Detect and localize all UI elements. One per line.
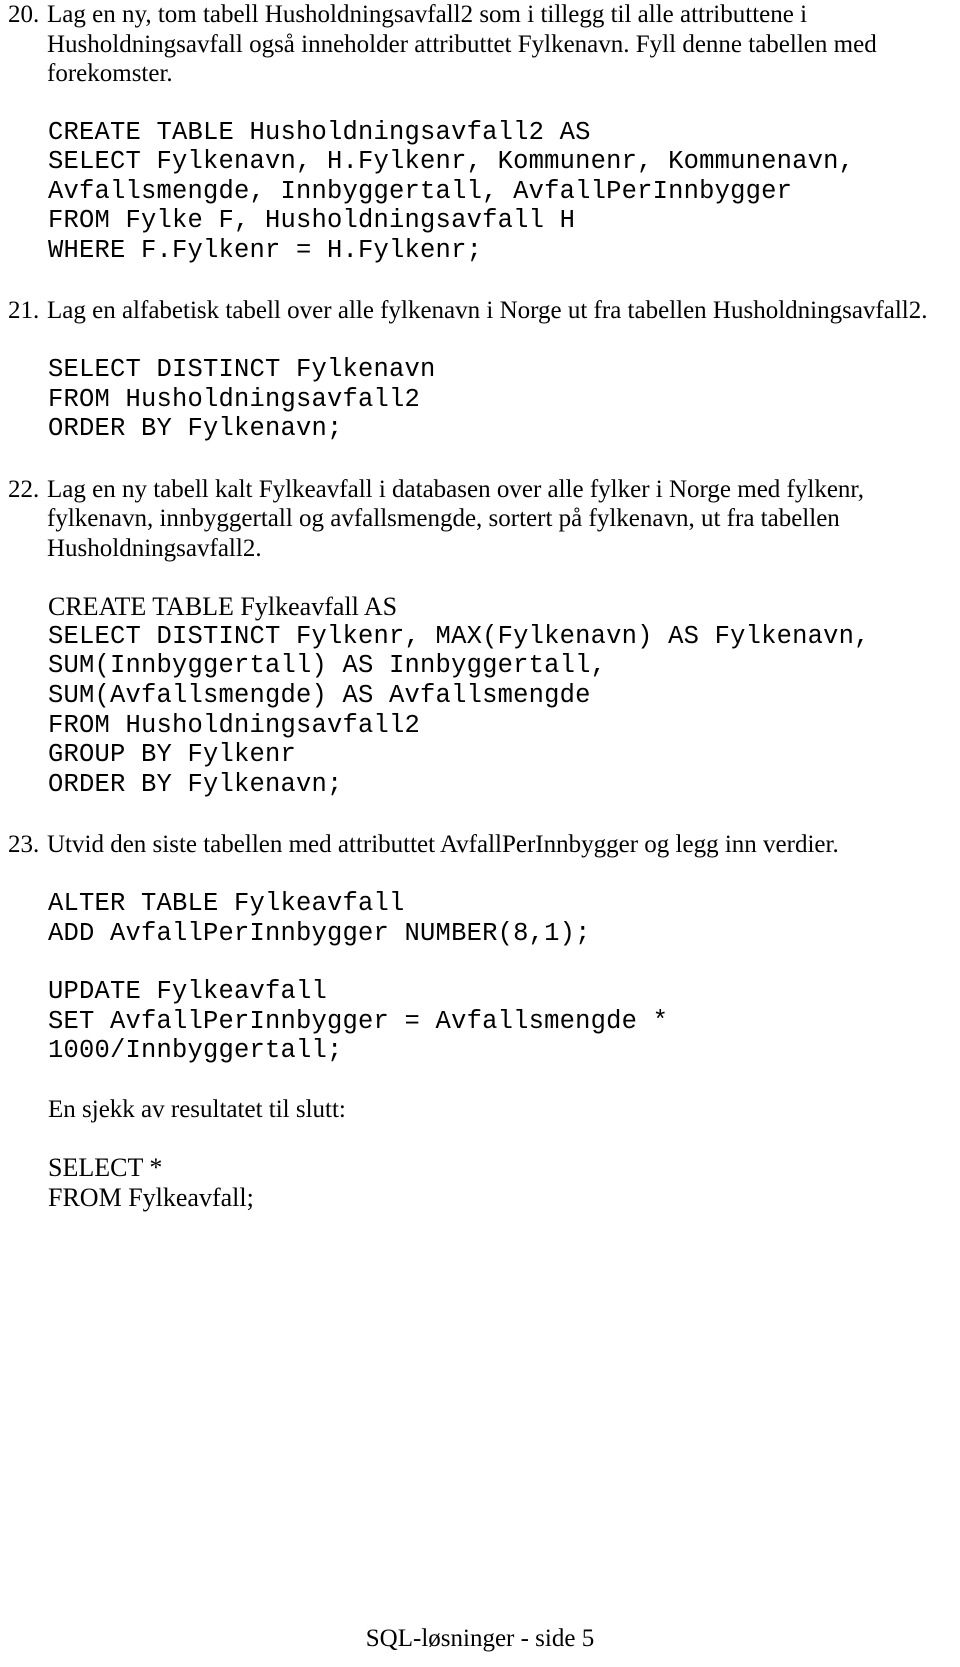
sql-code-block-23-check: SELECT * FROM Fylkeavfall; [48,1153,254,1212]
exercise-item-21: 21. Lag en alfabetisk tabell over alle f… [8,296,952,326]
item-prompt-23: Utvid den siste tabellen med attributtet… [47,831,839,859]
item-number-21: 21. [8,297,40,325]
exercise-item-23: 23. Utvid den siste tabellen med attribu… [8,830,952,860]
document-body: 20. Lag en ny, tom tabell Husholdningsav… [8,0,952,1213]
sql-code-block-22: SELECT DISTINCT Fylkenr, MAX(Fylkenavn) … [48,621,870,799]
sql-code-block-23-update: UPDATE Fylkeavfall SET AvfallPerInnbygge… [48,977,669,1066]
sql-code-block-23-alter: ALTER TABLE Fylkeavfall ADD AvfallPerInn… [48,888,591,948]
exercise-item-22: 22. Lag en ny tabell kalt Fylkeavfall i … [8,475,952,564]
item-prompt-20: Lag en ny, tom tabell Husholdningsavfall… [47,1,877,87]
item-number-22: 22. [8,475,40,503]
exercise-item-20: 20. Lag en ny, tom tabell Husholdningsav… [8,0,952,89]
sql-code-block-20: CREATE TABLE Husholdningsavfall2 AS SELE… [48,117,855,265]
document-page: 20. Lag en ny, tom tabell Husholdningsav… [0,0,960,1667]
item-prompt-21: Lag en alfabetisk tabell over alle fylke… [47,297,928,325]
item-number-20: 20. [8,1,40,28]
sql-code-block-21: SELECT DISTINCT Fylkenavn FROM Husholdni… [48,354,436,444]
page-footer: SQL-løsninger - side 5 [365,1625,595,1652]
item-number-23: 23. [8,831,40,859]
item-prompt-22: Lag en ny tabell kalt Fylkeavfall i data… [47,475,864,562]
sql-code-header-22: CREATE TABLE Fylkeavfall AS [48,592,398,622]
closing-note-23: En sjekk av resultatet til slutt: [48,1095,346,1123]
